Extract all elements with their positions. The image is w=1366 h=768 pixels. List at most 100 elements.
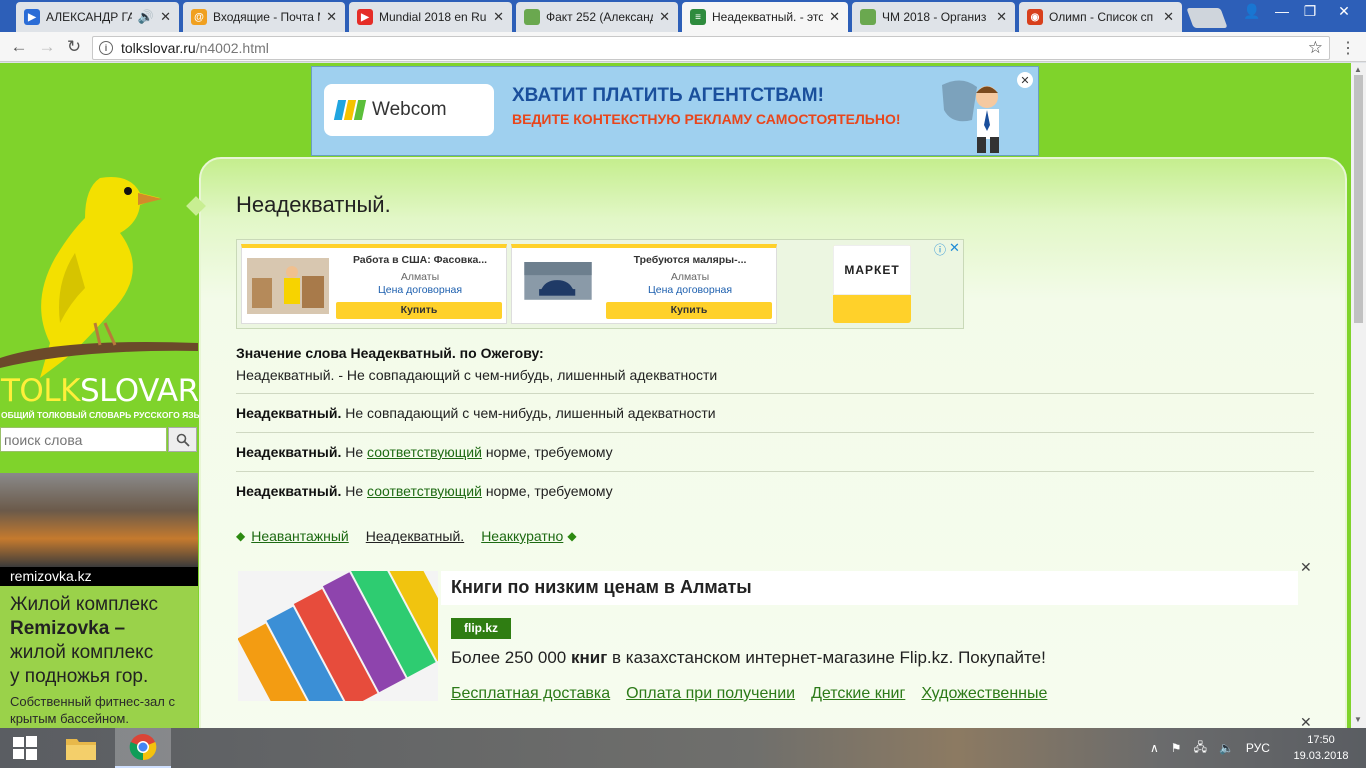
buy-button[interactable]: Купить [336, 302, 502, 319]
start-button[interactable] [0, 728, 50, 768]
buy-button[interactable]: Купить [606, 302, 772, 319]
address-bar[interactable]: i tolkslovar.ru/n4002.html ☆ [92, 36, 1330, 60]
close-tab-icon[interactable]: ✕ [1163, 9, 1174, 25]
volume-icon[interactable]: 🔈 [1219, 741, 1234, 755]
document-icon [524, 9, 540, 25]
network-icon[interactable]: 🖧 [1194, 738, 1207, 759]
search-button[interactable] [168, 427, 197, 452]
books-ad-links: Бесплатная доставка Оплата при получении… [451, 685, 1047, 703]
ad-card[interactable]: Требуются маляры-... Алматы Цена договор… [511, 244, 777, 324]
reload-icon[interactable]: ↻ [63, 36, 85, 58]
definition-entry: Неадекватный. Не соответствующий норме, … [236, 444, 613, 460]
books-ad-domain[interactable]: flip.kz [451, 618, 512, 639]
search-box [0, 427, 198, 452]
prev-word-link[interactable]: Неавантажный [251, 528, 349, 544]
books-ad-text: Более 250 000 книг в казахстанском интер… [451, 648, 1046, 667]
canary-bird-logo [0, 177, 198, 378]
close-window-icon[interactable]: ✕ [1322, 0, 1366, 22]
books-ad[interactable]: Книги по низким ценам в Алматы flip.kz Б… [238, 571, 1298, 711]
back-icon[interactable]: ← [8, 36, 30, 58]
scroll-up-icon[interactable]: ▲ [1354, 65, 1362, 74]
next-word-link[interactable]: Неаккуратно [481, 528, 563, 544]
language-indicator[interactable]: РУС [1246, 741, 1270, 755]
word-link[interactable]: соответствующий [367, 483, 482, 499]
tab-1[interactable]: ▶ АЛЕКСАНДР ГАЦ 🔊 ✕ [16, 2, 179, 32]
flag-icon[interactable]: ⚑ [1171, 741, 1182, 755]
tab-3[interactable]: ▶ Mundial 2018 en Ru ✕ [349, 2, 512, 32]
tab-6[interactable]: ЧМ 2018 - Организ ✕ [852, 2, 1015, 32]
show-hidden-icons[interactable]: ∧ [1150, 741, 1159, 755]
forward-icon[interactable]: → [36, 36, 58, 58]
main-content-card: Неадекватный. Работа в США: Фасовка... А… [186, 157, 1347, 728]
books-ad-titlebar: Книги по низким ценам в Алматы [441, 571, 1298, 605]
close-tab-icon[interactable]: ✕ [493, 9, 504, 25]
clock[interactable]: 17:50 19.03.2018 [1290, 732, 1352, 764]
page-viewport: Webcom ХВАТИТ ПЛАТИТЬ АГЕНТСТВАМ! ВЕДИТЕ… [0, 63, 1351, 728]
page-title: Неадекватный. [236, 192, 391, 217]
ad-sitelink[interactable]: Оплата при получении [626, 685, 795, 703]
youtube-music-icon: ▶ [24, 9, 40, 25]
current-word: Неадекватный. [365, 528, 465, 544]
adchoices-icon[interactable]: ⓘ [934, 241, 946, 258]
file-explorer-button[interactable] [53, 728, 109, 768]
page-scrollbar[interactable]: ▲ ▼ [1351, 63, 1366, 728]
search-input[interactable] [0, 427, 167, 452]
bookmark-star-icon[interactable]: ☆ [1308, 38, 1323, 58]
tab-7[interactable]: ◉ Олимп - Список сп ✕ [1019, 2, 1182, 32]
scroll-down-icon[interactable]: ▼ [1354, 715, 1362, 724]
chrome-icon [129, 734, 157, 761]
chrome-taskbar-button[interactable] [115, 728, 171, 768]
market-logo[interactable]: МАРКЕТ [833, 245, 911, 323]
close-tab-icon[interactable]: ✕ [996, 9, 1007, 25]
tab-title: Входящие - Почта М [213, 10, 321, 24]
audio-icon[interactable]: 🔊 [138, 9, 154, 25]
next-ad-close-icon[interactable]: ✕ [1300, 714, 1312, 728]
definition-text: Неадекватный. - Не совпадающий с чем-ниб… [236, 367, 718, 383]
books-ad-title[interactable]: Книги по низким ценам в Алматы [451, 577, 752, 598]
cartoon-man-icon [942, 80, 999, 153]
windows-logo-icon [13, 736, 37, 760]
books-image [238, 571, 438, 701]
close-tab-icon[interactable]: ✕ [160, 9, 171, 25]
browser-toolbar: ← → ↻ i tolkslovar.ru/n4002.html ☆ ⋮ [0, 32, 1366, 62]
search-icon [176, 433, 190, 447]
car-parking-image [524, 262, 592, 300]
url-path: /n4002.html [195, 40, 269, 56]
tab-title: АЛЕКСАНДР ГАЦ [46, 10, 132, 24]
ad-sitelink[interactable]: Художественные [921, 685, 1047, 703]
tab-strip: ▶ АЛЕКСАНДР ГАЦ 🔊 ✕ @ Входящие - Почта М… [0, 0, 1366, 32]
document-icon [860, 9, 876, 25]
ad-card[interactable]: Работа в США: Фасовка... Алматы Цена дог… [241, 244, 507, 324]
ad-sitelink[interactable]: Бесплатная доставка [451, 685, 610, 703]
side-ad[interactable]: remizovka.kz Жилой комплекс Remizovka – … [0, 473, 198, 728]
word-link[interactable]: соответствующий [367, 444, 482, 460]
tab-5-active[interactable]: ≡ Неадекватный. - это ✕ [682, 2, 848, 32]
word-pager: ◆ Неавантажный Неадекватный. Неаккуратно… [236, 528, 577, 544]
left-sidebar: TOLKSLOVAR.RU ОБЩИЙ ТОЛКОВЫЙ СЛОВАРЬ РУС… [0, 63, 251, 728]
tab-2[interactable]: @ Входящие - Почта М ✕ [183, 2, 345, 32]
banner-close-icon[interactable]: ✕ [1017, 72, 1033, 88]
folder-icon [66, 739, 96, 760]
building-image [0, 473, 198, 567]
site-subtitle: ОБЩИЙ ТОЛКОВЫЙ СЛОВАРЬ РУССКОГО ЯЗЫКА [1, 410, 214, 420]
new-tab-button[interactable] [1186, 8, 1228, 28]
books-ad-close-icon[interactable]: ✕ [1300, 559, 1312, 576]
ad-sitelink[interactable]: Детские книг [811, 685, 905, 703]
top-banner-ad[interactable]: Webcom ХВАТИТ ПЛАТИТЬ АГЕНТСТВАМ! ВЕДИТЕ… [311, 66, 1039, 156]
ad-close-icon[interactable]: ✕ [949, 240, 960, 256]
scroll-thumb[interactable] [1354, 75, 1363, 323]
tab-title: Олимп - Список сп [1049, 10, 1154, 24]
tab-4[interactable]: Факт 252 (Александ ✕ [516, 2, 678, 32]
close-tab-icon[interactable]: ✕ [326, 9, 337, 25]
webcom-logo-text: Webcom [372, 99, 447, 120]
book-icon: ≡ [690, 9, 706, 25]
site-info-icon[interactable]: i [99, 41, 113, 55]
close-tab-icon[interactable]: ✕ [659, 9, 670, 25]
windows-taskbar: ∧ ⚑ 🖧 🔈 РУС 17:50 19.03.2018 [0, 728, 1366, 768]
url-host: tolkslovar.ru [121, 40, 196, 56]
prev-arrow-icon: ◆ [236, 529, 246, 543]
close-tab-icon[interactable]: ✕ [829, 9, 840, 25]
tab-title: Mundial 2018 en Ru [379, 10, 487, 24]
chrome-menu-icon[interactable]: ⋮ [1338, 38, 1358, 58]
olymp-icon: ◉ [1027, 9, 1043, 25]
